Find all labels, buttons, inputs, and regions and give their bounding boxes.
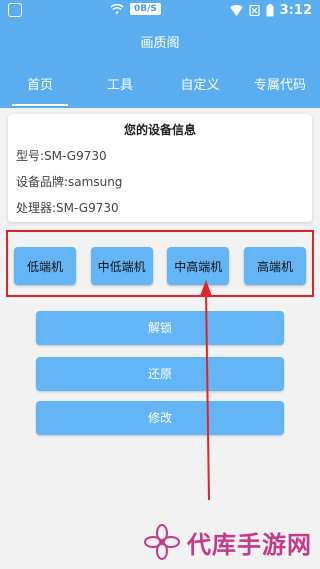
device-model: 型号:SM-G9730	[16, 149, 107, 163]
status-bar: 0B/S 3:12	[0, 0, 320, 22]
status-right: 3:12	[229, 3, 312, 18]
notification-icon	[8, 3, 22, 17]
flower-logo-icon	[144, 524, 180, 560]
network-speed: 0B/S	[130, 3, 161, 15]
wifi-signal-icon	[229, 5, 243, 16]
device-brand: 设备品牌:samsung	[16, 175, 123, 189]
no-sim-icon	[249, 5, 260, 16]
tab-exclusive-code[interactable]: 专属代码	[240, 66, 320, 108]
watermark: 代库手游网	[143, 523, 312, 561]
tab-home[interactable]: 首页	[0, 66, 80, 108]
tab-tools[interactable]: 工具	[80, 66, 160, 108]
high-end-button[interactable]: 高端机	[243, 247, 306, 285]
wifi-icon	[110, 4, 124, 14]
app-title: 画质阁	[0, 22, 320, 66]
battery-icon	[266, 4, 274, 17]
restore-button[interactable]: 还原	[36, 357, 284, 391]
mid-low-end-button[interactable]: 中低端机	[90, 247, 153, 285]
device-info-card: 您的设备信息 型号:SM-G9730 设备品牌:samsung 处理器:SM-G…	[8, 114, 312, 222]
modify-button[interactable]: 修改	[36, 401, 284, 435]
device-info-title: 您的设备信息	[123, 123, 196, 137]
mid-high-end-button[interactable]: 中高端机	[167, 247, 230, 285]
tab-custom[interactable]: 自定义	[160, 66, 240, 108]
watermark-text: 代库手游网	[187, 530, 312, 559]
low-end-button[interactable]: 低端机	[14, 247, 76, 285]
device-tier-buttons: 低端机 中低端机 中高端机 高端机	[14, 247, 306, 285]
network-indicator: 0B/S	[110, 3, 161, 15]
tab-bar: 首页 工具 自定义 专属代码	[0, 66, 320, 108]
unlock-button[interactable]: 解锁	[36, 311, 284, 345]
device-processor: 处理器:SM-G9730	[16, 201, 119, 215]
clock: 3:12	[279, 3, 312, 18]
